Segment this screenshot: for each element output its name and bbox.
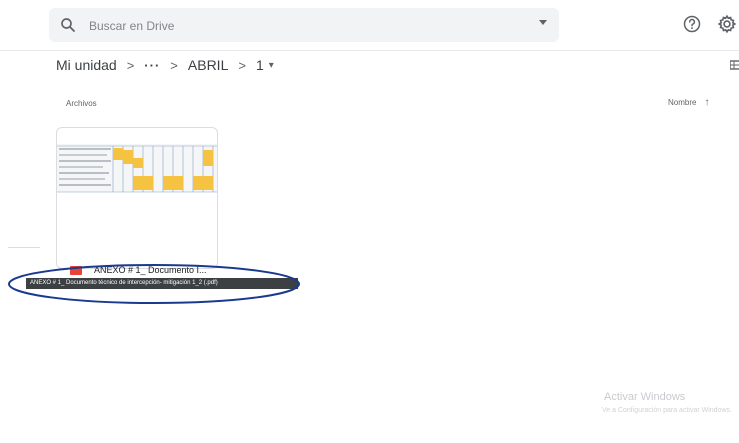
- breadcrumb-more[interactable]: ···: [144, 58, 160, 73]
- sort-control[interactable]: Nombre ↑: [668, 97, 709, 108]
- search-input[interactable]: [87, 14, 531, 38]
- help-icon[interactable]: [682, 14, 702, 34]
- breadcrumb: Mi unidad > ··· > ABRIL > 1 ▾: [56, 54, 274, 76]
- search-options-icon[interactable]: [539, 20, 547, 25]
- breadcrumb-separator: >: [126, 57, 135, 73]
- search-bar[interactable]: [49, 8, 559, 42]
- breadcrumb-current-folder[interactable]: 1: [256, 57, 264, 73]
- arrow-up-icon[interactable]: ↑: [704, 97, 709, 108]
- activation-watermark-subtitle: Ve a Configuración para activar Windows.: [602, 407, 732, 414]
- breadcrumb-separator: >: [238, 57, 246, 73]
- divider: [8, 247, 40, 248]
- folder-menu-caret-icon[interactable]: ▾: [269, 60, 274, 71]
- breadcrumb-my-drive[interactable]: Mi unidad: [56, 57, 117, 73]
- breadcrumb-abril[interactable]: ABRIL: [188, 57, 228, 73]
- file-thumbnail[interactable]: [57, 136, 217, 194]
- sort-label[interactable]: Nombre: [668, 98, 696, 107]
- file-card[interactable]: [56, 127, 218, 269]
- gear-icon[interactable]: [716, 13, 738, 35]
- drive-window: Mi unidad > ··· > ABRIL > 1 ▾ Archivos N…: [0, 0, 739, 443]
- highlight-ellipse: [8, 264, 300, 304]
- search-icon[interactable]: [59, 16, 77, 34]
- section-title: Archivos: [66, 99, 97, 108]
- activation-watermark-title: Activar Windows: [604, 391, 686, 403]
- breadcrumb-separator: >: [170, 57, 178, 73]
- view-toggle-icon[interactable]: [730, 60, 739, 70]
- header-divider: [0, 50, 739, 51]
